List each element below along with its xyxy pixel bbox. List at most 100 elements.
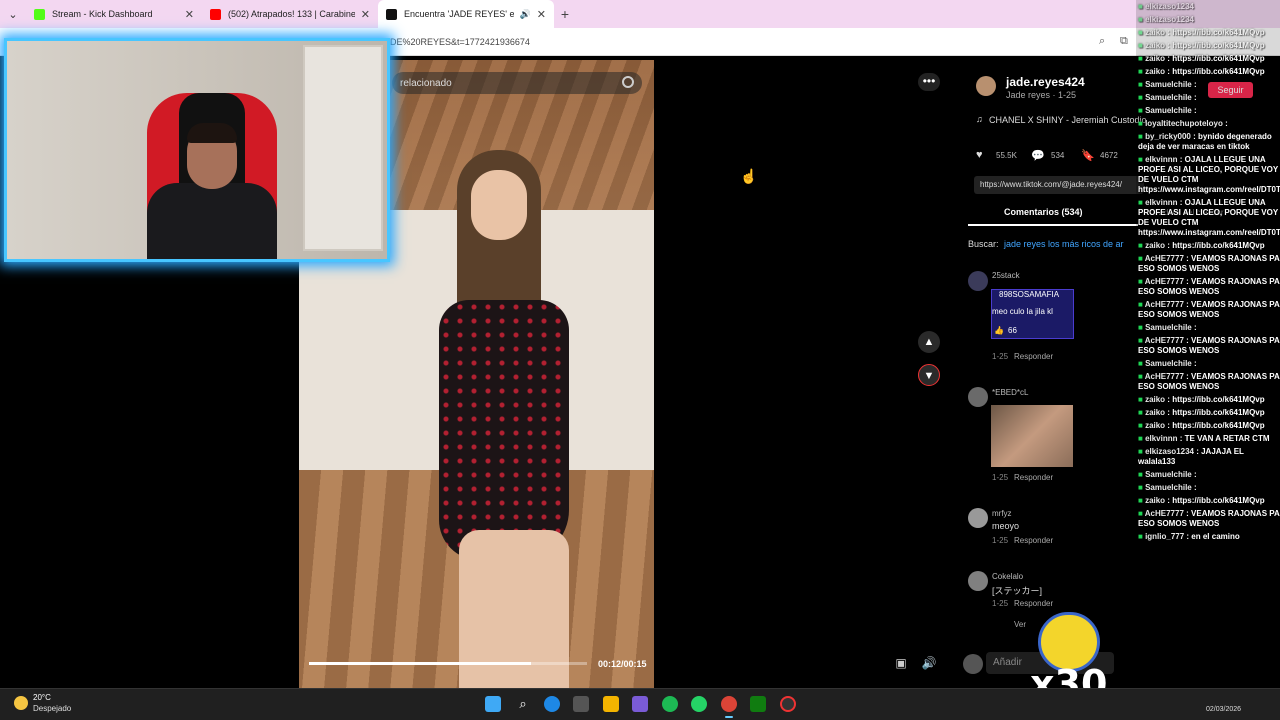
search-icon[interactable]: ⌕ [515, 696, 531, 712]
tab-title: Stream - Kick Dashboard [52, 9, 153, 19]
chat-username[interactable]: zaiko [1145, 28, 1165, 37]
chat-username[interactable]: elkvinnn [1145, 155, 1177, 164]
chat-username[interactable]: ignlio_777 [1145, 532, 1184, 541]
chat-username[interactable]: Samuelchile [1145, 470, 1192, 479]
windows-start-icon[interactable] [485, 696, 501, 712]
chat-username[interactable]: AcHE7777 [1145, 300, 1184, 309]
recording-icon[interactable] [780, 696, 796, 712]
avatar[interactable] [968, 271, 988, 291]
zoom-icon[interactable]: ⌕ [1099, 35, 1105, 48]
chat-username[interactable]: elkvinnn [1145, 434, 1177, 443]
chat-badge-icon: ■ [1138, 408, 1146, 417]
whatsapp-icon[interactable] [691, 696, 707, 712]
chat-badge-icon: ■ [1138, 15, 1146, 24]
chat-username[interactable]: zaiko [1145, 421, 1165, 430]
chat-text: : https://ibb.co/k641MQvp [1165, 395, 1265, 404]
avatar[interactable] [968, 387, 988, 407]
avatar[interactable] [976, 76, 996, 96]
chat-username[interactable]: loyaltitechupoteloyo [1145, 119, 1223, 128]
tab-youtube[interactable]: (502) Atrapados! 133 | Carabine ✕ [202, 0, 378, 28]
volume-icon[interactable]: 🔊 [921, 656, 937, 672]
chat-username[interactable]: AcHE7777 [1145, 372, 1184, 381]
spotify-icon[interactable] [662, 696, 678, 712]
chat-message: ■ Samuelchile : [1138, 323, 1280, 333]
chat-text: : en el camino [1184, 532, 1240, 541]
comment-user[interactable]: 25stack [992, 271, 1020, 280]
chat-username[interactable]: Samuelchile [1145, 93, 1192, 102]
install-icon[interactable]: ⧉ [1120, 35, 1128, 48]
comment-user[interactable]: *EBED*cL [992, 388, 1028, 397]
chat-badge-icon: ■ [1138, 395, 1146, 404]
chat-username[interactable]: zaiko [1145, 395, 1165, 404]
close-icon[interactable]: ✕ [537, 8, 546, 21]
tab-tiktok[interactable]: Encuentra 'JADE REYES' en 🔊 ✕ [378, 0, 554, 28]
audio-icon[interactable]: 🔊 [520, 9, 531, 20]
chat-username[interactable]: zaiko [1145, 241, 1165, 250]
xbox-icon[interactable] [750, 696, 766, 712]
chat-username[interactable]: zaiko [1145, 67, 1165, 76]
chat-username[interactable]: Samuelchile [1145, 80, 1192, 89]
avatar[interactable] [968, 508, 988, 528]
chat-username[interactable]: elkizaso1234 [1145, 2, 1194, 11]
chat-username[interactable]: elkvinnn [1145, 198, 1177, 207]
chat-text: : https://ibb.co/k641MQvp [1165, 54, 1265, 63]
heart-icon[interactable]: ♥ [976, 149, 983, 161]
music-track[interactable]: CHANEL X SHINY - Jeremiah Custodio [989, 115, 1147, 125]
app-icon[interactable] [632, 696, 648, 712]
video-progress-bar[interactable] [309, 662, 587, 665]
share-link[interactable]: https://www.tiktok.com/@jade.reyes424/ [980, 180, 1122, 189]
chat-username[interactable]: zaiko [1145, 41, 1165, 50]
taskbar-date[interactable]: 02/03/2026 [1206, 706, 1241, 713]
chat-username[interactable]: AcHE7777 [1145, 509, 1184, 518]
reply-button[interactable]: Responder [1014, 352, 1053, 361]
comment-meta: 1-25 [992, 599, 1009, 608]
chat-message: ■ by_ricky000 : bynido degenerado deja d… [1138, 132, 1280, 152]
tab-search-icon[interactable]: ⌄ [0, 8, 26, 21]
reply-button[interactable]: Responder [1014, 536, 1053, 545]
bookmark-icon[interactable]: 🔖 [1081, 149, 1095, 162]
weather-description[interactable]: Despejado [33, 704, 71, 713]
chat-username[interactable]: AcHE7777 [1145, 336, 1184, 345]
search-suggestion-link[interactable]: jade reyes los más ricos de ar [1004, 239, 1124, 249]
chat-username[interactable]: AcHE7777 [1145, 254, 1184, 263]
comment-user[interactable]: Cokelalo [992, 572, 1023, 581]
comment-icon[interactable]: 💬 [1031, 149, 1045, 162]
edge-icon[interactable] [544, 696, 560, 712]
close-icon[interactable]: ✕ [185, 8, 194, 21]
chat-username[interactable]: Samuelchile [1145, 106, 1192, 115]
chat-username[interactable]: elkizaso1234 [1145, 447, 1194, 456]
more-options-icon[interactable]: ••• [918, 73, 940, 91]
chat-username[interactable]: zaiko [1145, 408, 1165, 417]
chat-username[interactable]: AcHE7777 [1145, 277, 1184, 286]
store-icon[interactable] [573, 696, 589, 712]
reply-button[interactable]: Responder [1014, 473, 1053, 482]
file-explorer-icon[interactable] [603, 696, 619, 712]
search-icon[interactable] [622, 76, 634, 88]
tab-comments[interactable]: Comentarios (534) [1004, 207, 1083, 217]
close-icon[interactable]: ✕ [361, 8, 370, 21]
chrome-icon[interactable] [721, 696, 737, 712]
chat-username[interactable]: Samuelchile [1145, 483, 1192, 492]
comment-user[interactable]: mrfyz [992, 509, 1012, 518]
chat-text: : [1191, 80, 1197, 89]
mini-player-icon[interactable]: ▣ [893, 656, 909, 672]
url-text[interactable]: DE%20REYES&t=1772421936674 [390, 37, 530, 47]
chat-username[interactable]: zaiko [1145, 54, 1165, 63]
chat-username[interactable]: zaiko [1145, 496, 1165, 505]
reply-button[interactable]: Responder [1014, 599, 1053, 608]
next-video-button[interactable]: ▼ [918, 364, 940, 386]
chat-username[interactable]: by_ricky000 [1145, 132, 1191, 141]
new-tab-button[interactable]: + [554, 6, 576, 22]
previous-video-button[interactable]: ▲ [918, 331, 940, 353]
view-replies-button[interactable]: Ver [1014, 620, 1026, 629]
author-username[interactable]: jade.reyes424 [1006, 75, 1085, 89]
avatar[interactable] [968, 571, 988, 591]
chat-username[interactable]: Samuelchile [1145, 323, 1192, 332]
author-subtitle: Jade reyes · 1-25 [1006, 90, 1077, 100]
tab-kick-dashboard[interactable]: Stream - Kick Dashboard ✕ [26, 0, 202, 28]
weather-temperature[interactable]: 20°C [33, 693, 51, 702]
weather-moon-icon[interactable] [14, 696, 28, 710]
comment-image[interactable] [991, 405, 1073, 467]
chat-username[interactable]: Samuelchile [1145, 359, 1192, 368]
chat-username[interactable]: elkizaso1234 [1145, 15, 1194, 24]
